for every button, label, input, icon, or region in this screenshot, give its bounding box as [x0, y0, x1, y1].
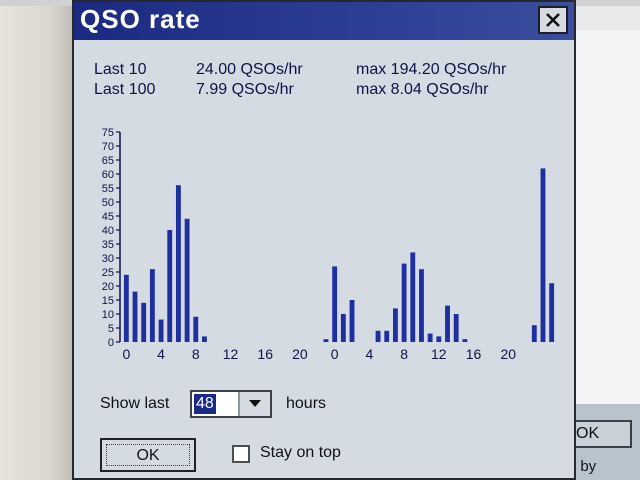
rate-bar: [462, 339, 468, 342]
focus-outline: [106, 444, 190, 466]
rate-bar: [384, 330, 390, 342]
y-tick-label: 15: [102, 295, 114, 307]
y-tick-label: 55: [102, 183, 114, 195]
y-tick-label: 35: [102, 239, 114, 251]
title-bar[interactable]: QSO rate: [74, 2, 574, 40]
x-tick-label: 0: [122, 346, 130, 362]
rate-bar: [332, 266, 338, 342]
stats-label: Last 100: [94, 81, 156, 98]
hours-combo[interactable]: 48: [190, 390, 272, 418]
stats-label: Last 10: [94, 61, 147, 78]
y-tick-label: 45: [102, 211, 114, 223]
x-tick-label: 0: [331, 346, 339, 362]
x-tick-label: 8: [192, 346, 200, 362]
monitor-bezel: [0, 0, 72, 480]
y-tick-label: 50: [102, 197, 114, 209]
y-tick-label: 75: [102, 127, 114, 139]
rate-bar: [175, 185, 181, 342]
y-tick-label: 20: [102, 281, 114, 293]
rate-bar: [531, 325, 537, 342]
y-tick-label: 65: [102, 155, 114, 167]
y-tick-label: 25: [102, 267, 114, 279]
x-tick-label: 4: [365, 346, 373, 362]
y-tick-label: 0: [108, 337, 114, 349]
x-tick-label: 20: [500, 346, 516, 362]
rate-bar: [445, 305, 450, 342]
qso-rate-chart: 0510152025303540455055606570750 4 8 12 16 20 0…: [102, 127, 555, 362]
x-tick-label: 16: [257, 346, 273, 362]
rate-bar: [167, 230, 173, 342]
qso-rate-dialog: QSO rate Last 10 24.00 QSOs/hr max 194.2…: [72, 0, 576, 480]
y-tick-label: 10: [102, 309, 114, 321]
stay-on-top-checkbox[interactable]: [232, 445, 250, 463]
show-last-label: Show last: [100, 395, 170, 412]
rate-bar: [141, 302, 147, 342]
rate-bar: [375, 330, 381, 342]
rate-bar: [392, 308, 398, 342]
dialog-title: QSO rate: [80, 4, 201, 34]
rate-bar: [419, 269, 424, 342]
stats-rate: 24.00 QSOs/hr: [196, 61, 303, 78]
rate-bar: [132, 291, 138, 342]
rate-bar: [427, 333, 433, 342]
y-tick-label: 5: [108, 323, 114, 335]
rate-bar: [453, 314, 459, 342]
rate-bar: [158, 319, 164, 342]
rate-bar: [340, 314, 346, 342]
x-tick-label: 4: [157, 346, 165, 362]
y-tick-label: 30: [102, 253, 114, 265]
y-tick-label: 60: [102, 169, 114, 181]
combo-dropdown-button[interactable]: [238, 392, 270, 416]
rate-bar: [410, 252, 416, 342]
rate-bar: [436, 336, 442, 342]
chevron-down-icon: [249, 400, 261, 407]
x-tick-label: 8: [400, 346, 408, 362]
rate-bar: [323, 339, 329, 342]
stats-max: max 194.20 QSOs/hr: [356, 61, 507, 78]
y-tick-label: 40: [102, 225, 114, 237]
hours-value[interactable]: 48: [194, 394, 216, 414]
stats-max: max 8.04 QSOs/hr: [356, 81, 489, 98]
y-tick-label: 70: [102, 141, 114, 153]
stats-rate: 7.99 QSOs/hr: [196, 81, 294, 98]
x-tick-label: 16: [466, 346, 482, 362]
rate-bar: [540, 168, 546, 342]
close-button[interactable]: [538, 6, 568, 34]
stay-on-top-label[interactable]: Stay on top: [260, 444, 341, 462]
rate-bar: [401, 263, 407, 342]
rate-bar: [349, 300, 355, 342]
x-tick-label: 20: [292, 346, 308, 362]
background-ok-button[interactable]: OK: [570, 420, 632, 448]
x-tick-label: 12: [223, 346, 239, 362]
rate-bar: [193, 316, 199, 342]
x-tick-label: 12: [431, 346, 447, 362]
rate-bar: [202, 336, 207, 342]
close-icon: [546, 13, 560, 27]
ok-button[interactable]: OK: [100, 438, 196, 472]
hours-label: hours: [286, 395, 327, 412]
rate-bar: [149, 269, 155, 342]
rate-bar: [123, 274, 129, 342]
rate-bar: [549, 283, 555, 342]
rate-bar: [184, 218, 190, 342]
